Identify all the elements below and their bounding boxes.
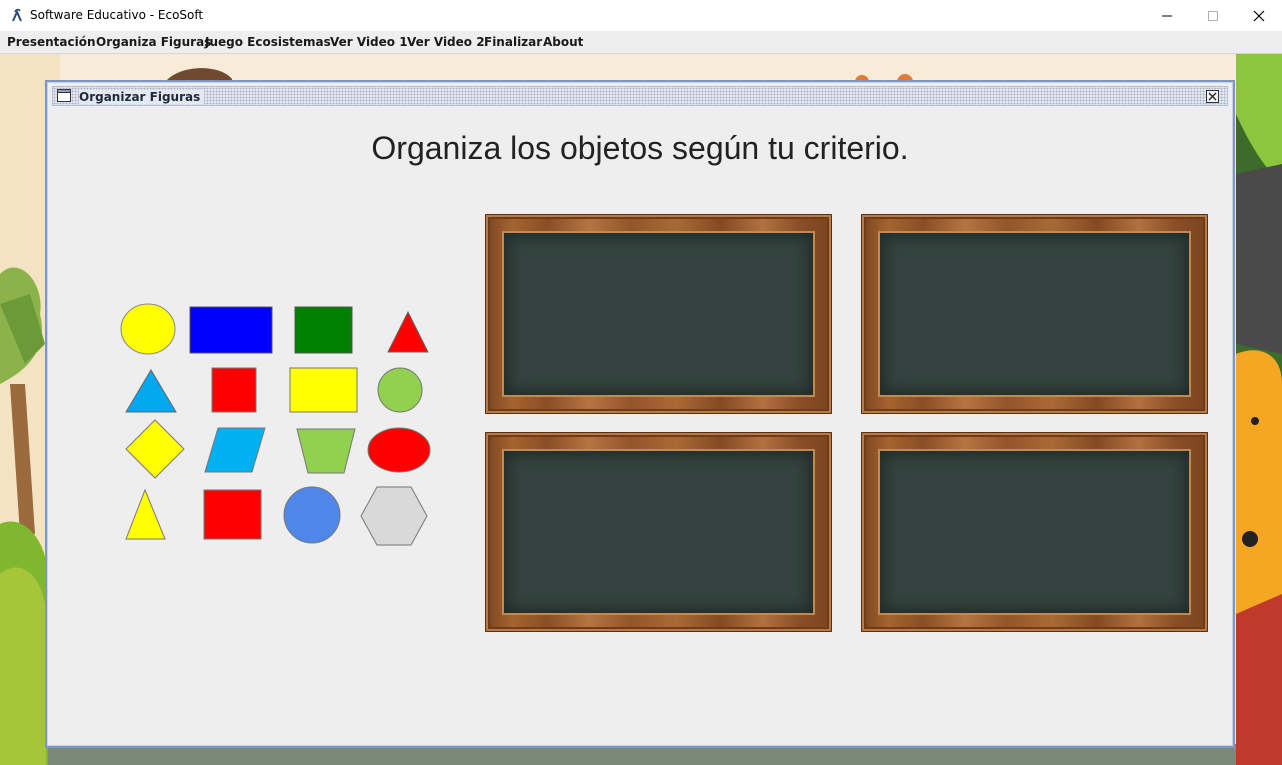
window-title: Software Educativo - EcoSoft bbox=[30, 8, 204, 22]
shape-red-triangle[interactable] bbox=[386, 310, 430, 354]
board-2[interactable] bbox=[861, 214, 1208, 414]
minimize-icon bbox=[1162, 15, 1172, 16]
shape-red-square-2[interactable] bbox=[203, 489, 263, 541]
menu-juego-ecosistemas[interactable]: Juego Ecosistemas bbox=[205, 35, 331, 49]
maximize-button[interactable] bbox=[1190, 0, 1236, 31]
menu-organiza-figuras[interactable]: Organiza Figuras bbox=[96, 35, 211, 49]
shape-red-ellipse[interactable] bbox=[367, 426, 431, 474]
chalkboard-surface bbox=[878, 449, 1191, 615]
java-app-icon bbox=[12, 8, 22, 22]
shape-green-square[interactable] bbox=[294, 306, 354, 354]
shape-yellow-rectangle[interactable] bbox=[289, 367, 359, 413]
maximize-icon bbox=[1208, 10, 1218, 21]
board-1[interactable] bbox=[485, 214, 832, 414]
title-bar: Software Educativo - EcoSoft bbox=[0, 0, 1282, 31]
shape-gray-hexagon[interactable] bbox=[359, 486, 429, 546]
chalkboard-surface bbox=[502, 231, 815, 397]
shape-yellow-circle[interactable] bbox=[119, 302, 177, 356]
menu-about[interactable]: About bbox=[543, 35, 583, 49]
shape-yellow-diamond[interactable] bbox=[124, 419, 186, 479]
menu-ver-video-2[interactable]: Ver Video 2 bbox=[407, 35, 485, 49]
close-icon bbox=[1253, 10, 1265, 21]
close-icon[interactable] bbox=[1206, 90, 1219, 103]
internal-frame-title: Organizar Figuras bbox=[79, 90, 205, 104]
shape-blue-parallelogram[interactable] bbox=[204, 427, 266, 473]
page-title: Organiza los objetos según tu criterio. bbox=[371, 130, 909, 166]
chalkboard-surface bbox=[878, 231, 1191, 397]
menu-bar: Presentación Organiza Figuras Juego Ecos… bbox=[0, 31, 1282, 54]
shape-blue-circle[interactable] bbox=[283, 486, 341, 544]
shape-green-circle[interactable] bbox=[377, 367, 423, 413]
shape-blue-triangle[interactable] bbox=[124, 368, 178, 414]
board-4[interactable] bbox=[861, 432, 1208, 632]
menu-presentacion[interactable]: Presentación bbox=[7, 35, 96, 49]
internal-frame: Organizar Figuras Organiza los objetos s… bbox=[45, 80, 1235, 748]
close-button[interactable] bbox=[1236, 0, 1282, 31]
shape-yellow-triangle[interactable] bbox=[125, 489, 167, 541]
minimize-button[interactable] bbox=[1144, 0, 1190, 31]
internal-frame-title-bar[interactable]: Organizar Figuras bbox=[52, 86, 1228, 106]
shape-blue-rectangle[interactable] bbox=[189, 306, 273, 354]
shape-red-square[interactable] bbox=[211, 367, 257, 413]
shape-green-trapezoid[interactable] bbox=[296, 428, 356, 474]
board-3[interactable] bbox=[485, 432, 832, 632]
menu-ver-video-1[interactable]: Ver Video 1 bbox=[330, 35, 408, 49]
window-icon bbox=[57, 89, 71, 102]
menu-finalizar[interactable]: Finalizar bbox=[484, 35, 542, 49]
chalkboard-surface bbox=[502, 449, 815, 615]
